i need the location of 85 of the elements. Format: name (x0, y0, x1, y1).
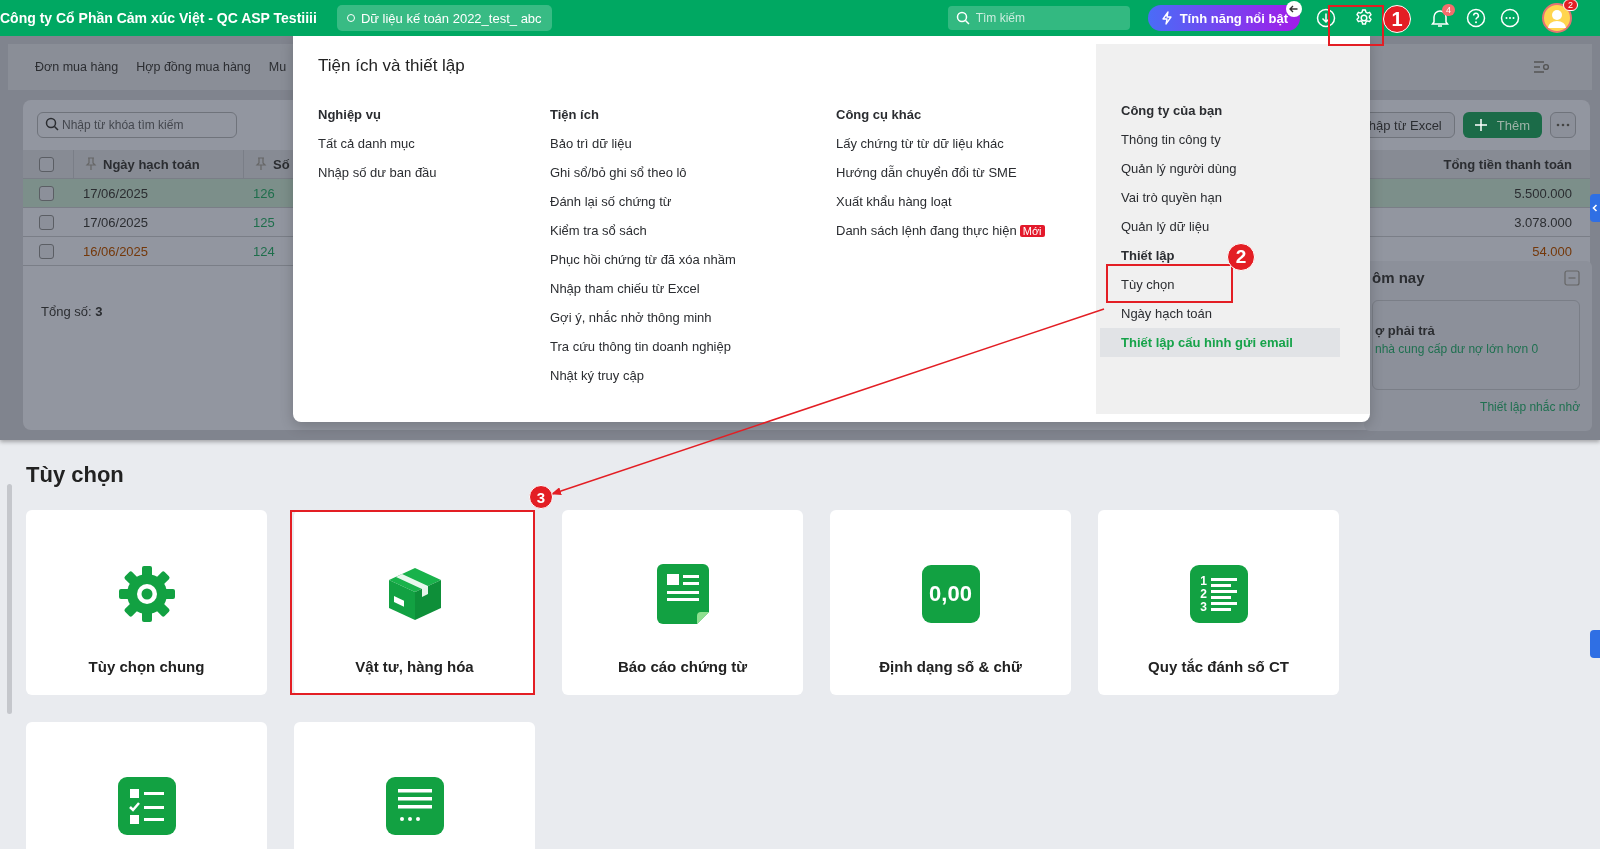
reminder-text: nhà cung cấp dư nợ lớn hơn 0 (1375, 342, 1540, 356)
highlight-frame (1328, 5, 1384, 46)
row-checkbox[interactable] (39, 243, 54, 259)
menu-item[interactable]: Gợi ý, nhắc nhở thông minh (550, 310, 712, 325)
plus-icon (1474, 119, 1487, 131)
menu-item[interactable]: Bảo trì dữ liệu (550, 136, 632, 151)
amount-cell: 3.078.000 (1514, 214, 1572, 230)
company-name: Công ty Cổ Phần Cảm xúc Việt - QC ASP Testiiii (0, 10, 317, 26)
date-cell: 17/06/2025 (83, 185, 149, 201)
list-icon (385, 777, 444, 835)
option-card[interactable]: 1 2 3 Quy tắc đánh số CT (1098, 510, 1339, 695)
menu-item[interactable]: Lấy chứng từ từ dữ liệu khác (836, 136, 1004, 151)
more-icon[interactable] (1500, 8, 1520, 28)
search-icon (45, 117, 59, 131)
menu-item[interactable]: Xuất khẩu hàng loạt (836, 194, 952, 209)
help-icon[interactable] (1466, 8, 1486, 28)
nav-tab[interactable]: Mu (268, 60, 287, 74)
collapse-tab[interactable] (1590, 194, 1600, 222)
menu-item[interactable]: Nhập tham chiếu từ Excel (550, 281, 700, 296)
collapse-icon[interactable] (1564, 269, 1580, 286)
section-heading: Thiết lập (1121, 247, 1175, 265)
menu-item[interactable]: Phục hồi chứng từ đã xóa nhầm (550, 252, 736, 267)
menu-item[interactable]: Ngày hạch toán (1100, 299, 1340, 328)
notification-badge: 4 (1442, 4, 1455, 16)
page-title: Tùy chọn (26, 462, 125, 488)
menu-item[interactable]: Tất cả danh mục (318, 136, 415, 151)
checklist-icon (117, 777, 176, 835)
avatar-badge: 2 (1563, 0, 1578, 11)
popup-title: Tiện ích và thiết lập (318, 56, 466, 76)
more-button[interactable] (1550, 112, 1576, 138)
option-card[interactable]: 0,00 Định dạng số & chữ (830, 510, 1071, 695)
featured-button[interactable]: Tính năng nổi bật (1147, 5, 1300, 31)
menu-item[interactable]: Danh sách lệnh đang thực hiện (836, 223, 1017, 238)
menu-item[interactable]: Hướng dẫn chuyển đổi từ SME (836, 165, 1017, 180)
total-count: Tổng số: 3 (41, 304, 103, 319)
menu-item[interactable]: Tùy chọn (1100, 270, 1340, 299)
menu-item[interactable]: Quản lý dữ liệu (1100, 212, 1340, 241)
ellipsis-icon (1556, 123, 1570, 127)
nav-tab[interactable]: Hợp đồng mua hàng (136, 60, 251, 74)
search-field[interactable]: Nhập từ khóa tìm kiếm (37, 112, 237, 138)
section-heading: Tiện ích (550, 106, 600, 124)
document-icon (656, 564, 709, 624)
row-checkbox[interactable] (39, 214, 54, 230)
date-cell: 16/06/2025 (83, 243, 149, 259)
row-checkbox[interactable] (39, 185, 54, 201)
menu-item[interactable]: Nhập số dư ban đầu (318, 165, 437, 180)
menu-item[interactable]: Nhật ký truy cập (550, 368, 644, 383)
menu-item[interactable]: Thông tin công ty (1100, 125, 1340, 154)
menu-item[interactable]: Quản lý người dùng (1100, 154, 1340, 183)
section-heading: Nghiệp vụ (318, 106, 382, 124)
numbered-list-icon: 1 2 3 (1189, 565, 1248, 623)
bell-icon (1430, 8, 1450, 28)
column-header[interactable]: Tổng tiền thanh toán (1443, 156, 1572, 172)
column-settings-icon[interactable] (1532, 58, 1550, 76)
pin-icon[interactable] (84, 157, 98, 171)
select-all-checkbox[interactable] (39, 156, 54, 172)
gear-icon (116, 564, 177, 624)
menu-item[interactable]: Tra cứu thông tin doanh nghiệp (550, 339, 731, 354)
menu-item[interactable]: Vai trò quyền hạn (1100, 183, 1340, 212)
new-badge: Mới (1019, 224, 1045, 237)
pin-icon[interactable] (254, 157, 268, 171)
number-format-icon: 0,00 (921, 565, 980, 623)
amount-cell: 54.000 (1532, 243, 1572, 259)
option-card[interactable]: Báo cáo chứng từ (562, 510, 803, 695)
column-header[interactable]: Số (273, 156, 290, 172)
menu-item[interactable]: Ghi sổ/bỏ ghi sổ theo lô (550, 165, 687, 180)
column-header[interactable]: Ngày hạch toán (103, 156, 200, 172)
download-icon[interactable] (1316, 8, 1336, 28)
settings-icon (1354, 8, 1374, 28)
section-heading: Công ty của bạn (1121, 102, 1223, 120)
collapse-tab[interactable] (1590, 630, 1600, 658)
option-card[interactable]: Vật tư, hàng hóa (294, 510, 535, 695)
nav-tab[interactable]: Đơn mua hàng (35, 60, 119, 74)
reminder-title: ợ phải trả (1375, 323, 1436, 338)
user-avatar[interactable] (1542, 3, 1572, 33)
section-heading: Công cụ khác (836, 106, 923, 124)
search-icon (955, 11, 970, 25)
widget-title: ôm nay (1372, 269, 1425, 286)
scrollbar[interactable] (7, 484, 12, 714)
date-cell: 17/06/2025 (83, 214, 149, 230)
menu-item[interactable]: Kiểm tra sổ sách (550, 223, 647, 238)
menu-item[interactable]: Đánh lại số chứng từ (550, 194, 672, 209)
amount-cell: 5.500.000 (1514, 185, 1572, 201)
chevron-left-icon (1590, 203, 1600, 213)
option-card[interactable]: Tùy chọn chung (26, 510, 267, 695)
